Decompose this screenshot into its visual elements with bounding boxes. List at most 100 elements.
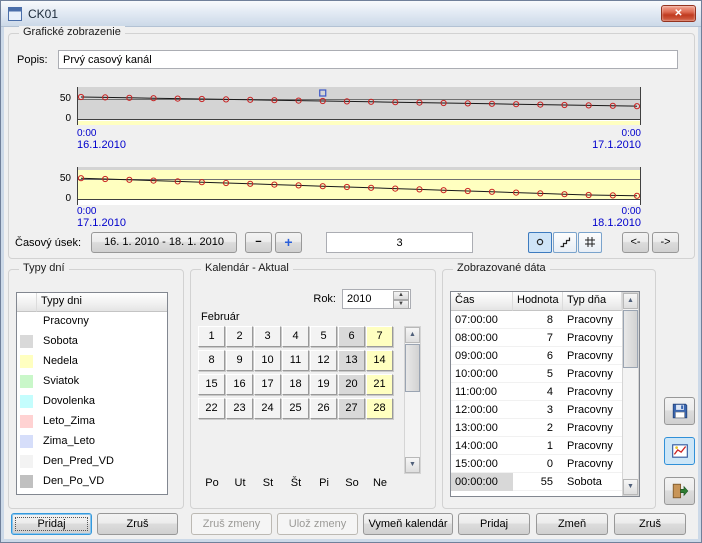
weekday-label-ut: Ut <box>226 477 254 489</box>
swap-calendar-button[interactable]: Vymeň kalendár <box>363 513 453 535</box>
prev-interval-button[interactable]: <- <box>622 232 649 253</box>
calendar-day-17[interactable]: 17 <box>254 374 281 395</box>
cell-cas: 14:00:00 <box>451 437 513 455</box>
day-type-name: Den_Pred_VD <box>43 455 114 467</box>
graph-groupbox-title: Grafické zobrazenie <box>19 26 125 38</box>
graph-view-button[interactable] <box>664 437 695 465</box>
table-row[interactable]: 09:00:006Pracovny <box>451 347 622 365</box>
data-remove-button[interactable]: Zruš <box>614 513 686 535</box>
cell-cas: 07:00:00 <box>451 311 513 329</box>
chart-day1-plot[interactable] <box>77 87 641 125</box>
day-type-row-den_po_vd[interactable]: Den_Po_VD <box>17 472 167 492</box>
calendar-day-9[interactable]: 9 <box>226 350 253 371</box>
cell-hodnota: 3 <box>513 401 563 419</box>
cell-hodnota: 2 <box>513 419 563 437</box>
calendar-day-23[interactable]: 23 <box>226 398 253 419</box>
calendar-day-28[interactable]: 28 <box>366 398 393 419</box>
scroll-up-icon[interactable]: ▲ <box>405 327 420 343</box>
description-input[interactable] <box>58 50 678 69</box>
calendar-day-27[interactable]: 27 <box>338 398 365 419</box>
day-type-remove-button[interactable]: Zruš <box>97 513 178 535</box>
points-mode-button[interactable] <box>528 232 552 253</box>
table-row[interactable]: 11:00:004Pracovny <box>451 383 622 401</box>
calendar-scrollbar[interactable]: ▲ ▼ <box>404 326 421 474</box>
calendar-day-26[interactable]: 26 <box>310 398 337 419</box>
day-type-name: Sviatok <box>43 375 79 387</box>
day-type-row-sobota[interactable]: Sobota <box>17 332 167 352</box>
calendar-day-1[interactable]: 1 <box>198 326 225 347</box>
scroll-down-icon[interactable]: ▼ <box>623 479 638 495</box>
date-range-button[interactable]: 16. 1. 2010 - 18. 1. 2010 <box>91 232 237 253</box>
calendar-day-15[interactable]: 15 <box>198 374 225 395</box>
calendar-grid: 1234567891011121314151617181920212223242… <box>198 326 395 422</box>
calendar-day-11[interactable]: 11 <box>282 350 309 371</box>
circle-marker-icon <box>534 236 546 248</box>
day-type-row-den_pred_vd[interactable]: Den_Pred_VD <box>17 452 167 472</box>
next-interval-button[interactable]: -> <box>652 232 679 253</box>
table-scrollbar[interactable]: ▲ ▼ <box>622 292 639 496</box>
data-add-button[interactable]: Pridaj <box>458 513 530 535</box>
grid-mode-button[interactable] <box>578 232 602 253</box>
calendar-day-16[interactable]: 16 <box>226 374 253 395</box>
zoom-in-button[interactable]: + <box>275 232 302 253</box>
table-row[interactable]: 08:00:007Pracovny <box>451 329 622 347</box>
calendar-day-7[interactable]: 7 <box>366 326 393 347</box>
close-button[interactable]: ✕ <box>661 5 696 22</box>
calendar-day-22[interactable]: 22 <box>198 398 225 419</box>
data-table[interactable]: Čas Hodnota Typ dňa 07:00:008Pracovny08:… <box>450 291 640 497</box>
table-row[interactable]: 10:00:005Pracovny <box>451 365 622 383</box>
table-row[interactable]: 12:00:003Pracovny <box>451 401 622 419</box>
data-title: Zobrazované dáta <box>453 262 550 274</box>
day-type-row-nedela[interactable]: Nedela <box>17 352 167 372</box>
calendar-weekday-row: PoUtStŠtPiSoNe <box>198 477 395 491</box>
calendar-day-18[interactable]: 18 <box>282 374 309 395</box>
chart1-ytick-0: 0 <box>41 113 71 124</box>
calendar-day-14[interactable]: 14 <box>366 350 393 371</box>
table-row[interactable]: 14:00:001Pracovny <box>451 437 622 455</box>
exit-button[interactable] <box>664 477 695 505</box>
table-row[interactable]: 13:00:002Pracovny <box>451 419 622 437</box>
cell-cas: 10:00:00 <box>451 365 513 383</box>
day-type-add-button[interactable]: Pridaj <box>11 513 92 535</box>
save-button[interactable] <box>664 397 695 425</box>
calendar-day-25[interactable]: 25 <box>282 398 309 419</box>
calendar-day-24[interactable]: 24 <box>254 398 281 419</box>
calendar-scrollbar-thumb[interactable] <box>405 344 420 392</box>
calendar-day-6[interactable]: 6 <box>338 326 365 347</box>
calendar-day-20[interactable]: 20 <box>338 374 365 395</box>
day-type-name: Pracovny <box>43 315 89 327</box>
calendar-day-3[interactable]: 3 <box>254 326 281 347</box>
year-spin-down-icon[interactable]: ▼ <box>393 300 409 309</box>
day-type-row-leto_zima[interactable]: Leto_Zima <box>17 412 167 432</box>
cell-typ: Pracovny <box>563 311 622 329</box>
table-row[interactable]: 00:00:0055Sobota <box>451 473 622 491</box>
day-type-row-zima_leto[interactable]: Zima_Leto <box>17 432 167 452</box>
floppy-disk-icon <box>671 402 689 420</box>
calendar-day-10[interactable]: 10 <box>254 350 281 371</box>
day-types-list[interactable]: Typy dni PracovnySobotaNedelaSviatokDovo… <box>16 292 168 495</box>
steps-mode-button[interactable] <box>553 232 577 253</box>
day-type-row-dovolenka[interactable]: Dovolenka <box>17 392 167 412</box>
calendar-day-12[interactable]: 12 <box>310 350 337 371</box>
calendar-day-8[interactable]: 8 <box>198 350 225 371</box>
calendar-day-19[interactable]: 19 <box>310 374 337 395</box>
interval-days-input[interactable] <box>326 232 473 253</box>
calendar-day-13[interactable]: 13 <box>338 350 365 371</box>
year-spin-up-icon[interactable]: ▲ <box>393 291 409 300</box>
zoom-out-button[interactable]: − <box>245 232 272 253</box>
titlebar: CK01 ✕ <box>1 1 701 27</box>
day-type-row-pracovny[interactable]: Pracovny <box>17 312 167 332</box>
scroll-down-icon[interactable]: ▼ <box>405 457 420 473</box>
table-scrollbar-thumb[interactable] <box>623 310 638 368</box>
day-type-row-sviatok[interactable]: Sviatok <box>17 372 167 392</box>
table-row[interactable]: 07:00:008Pracovny <box>451 311 622 329</box>
calendar-day-2[interactable]: 2 <box>226 326 253 347</box>
chart-day2-plot[interactable] <box>77 167 641 205</box>
cell-typ: Pracovny <box>563 365 622 383</box>
table-row[interactable]: 15:00:000Pracovny <box>451 455 622 473</box>
calendar-day-21[interactable]: 21 <box>366 374 393 395</box>
calendar-day-5[interactable]: 5 <box>310 326 337 347</box>
calendar-day-4[interactable]: 4 <box>282 326 309 347</box>
scroll-up-icon[interactable]: ▲ <box>623 293 638 309</box>
data-edit-button[interactable]: Zmeň <box>536 513 608 535</box>
